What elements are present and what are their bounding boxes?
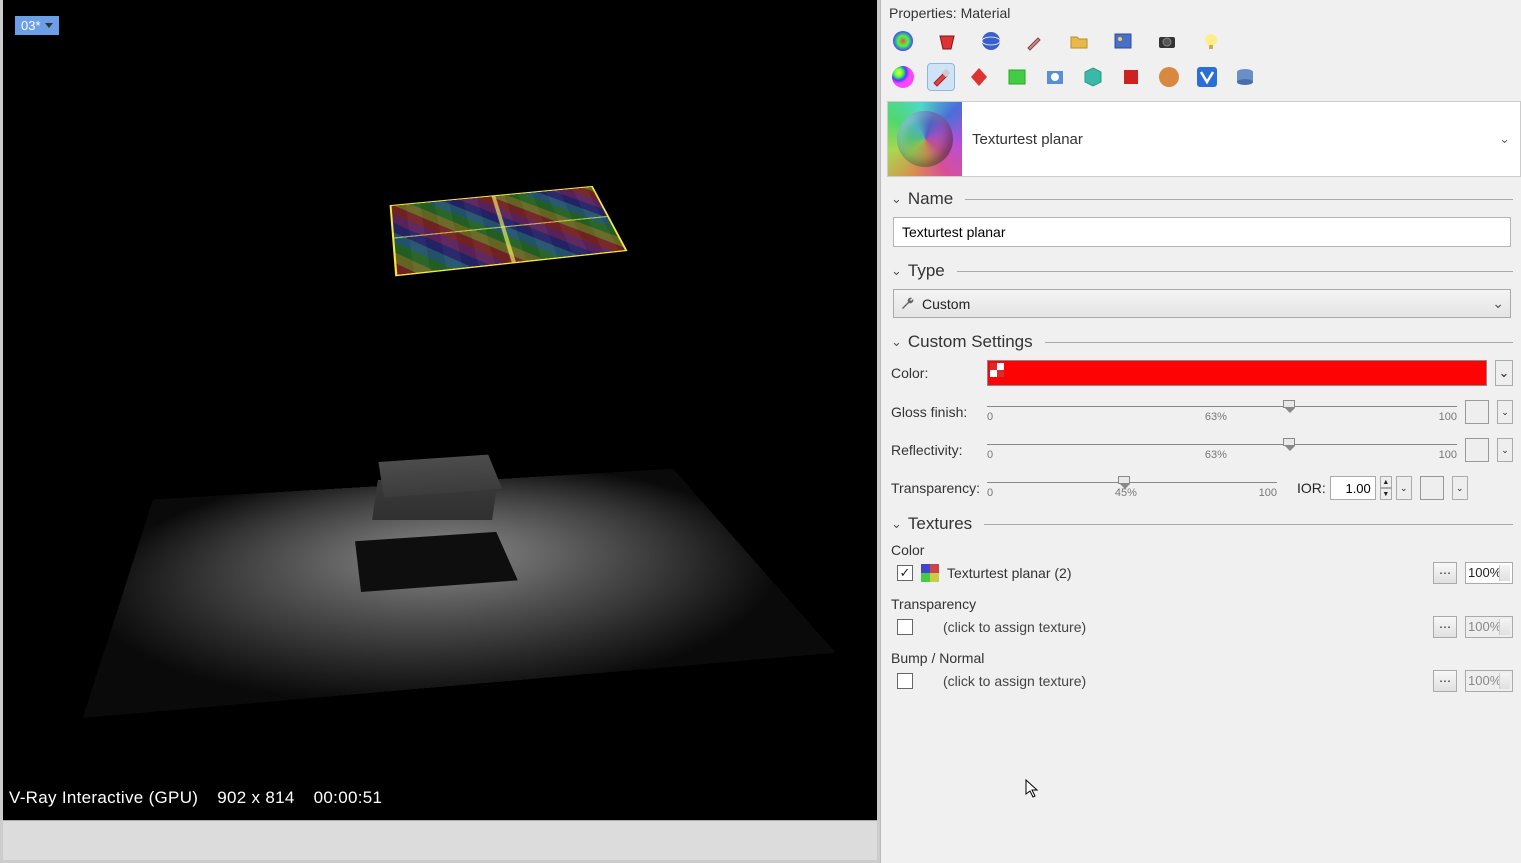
texture-transparency-percent[interactable]: 100% <box>1465 616 1513 638</box>
texture-transparency-checkbox[interactable] <box>897 619 913 635</box>
chevron-down-icon: ⌄ <box>891 516 902 532</box>
lightbulb-icon[interactable] <box>1197 27 1225 55</box>
gloss-max: 100 <box>1439 411 1457 423</box>
ior-spinner-buttons[interactable]: ▲▼ <box>1380 476 1392 500</box>
chevron-down-icon: ⌄ <box>891 191 902 207</box>
gloss-value: 63% <box>1205 411 1227 423</box>
green-card-icon[interactable] <box>1003 63 1031 91</box>
viewport-scrollbar[interactable] <box>3 820 877 860</box>
material-header[interactable]: Texturtest planar ⌄ <box>887 101 1521 177</box>
chevron-down-icon: ⌄ <box>1492 295 1504 312</box>
texture-bump-label: Bump / Normal <box>891 650 1513 666</box>
material-type-value: Custom <box>922 296 970 312</box>
red-bucket-icon[interactable] <box>933 27 961 55</box>
texture-transparency-browse[interactable]: ⋯ <box>1433 616 1457 638</box>
paint-tube-icon[interactable] <box>927 63 955 91</box>
picture-icon[interactable] <box>1109 27 1137 55</box>
ior-input[interactable] <box>1330 476 1376 500</box>
transparency-slider[interactable]: 0 45% 100 <box>987 478 1277 499</box>
refl-max: 100 <box>1439 449 1457 461</box>
gloss-min: 0 <box>987 411 993 423</box>
texture-transparency-label: Transparency <box>891 596 1513 612</box>
gloss-dropdown[interactable]: ⌄ <box>1497 400 1513 424</box>
section-name-header[interactable]: ⌄ Name <box>891 189 1513 209</box>
section-custom-header[interactable]: ⌄ Custom Settings <box>891 332 1513 352</box>
rainbow-sphere2-icon[interactable] <box>889 63 917 91</box>
material-name-input[interactable] <box>893 217 1511 247</box>
texture-color-percent[interactable]: 100% <box>1465 562 1513 584</box>
status-resolution: 902 x 814 <box>217 788 294 807</box>
section-type-label: Type <box>908 261 945 281</box>
color-dropdown[interactable]: ⌄ <box>1495 360 1513 386</box>
panel-toolbar-1 <box>881 23 1521 61</box>
wrench-icon <box>900 296 916 312</box>
viewport-container: 03* V-Ray Interactive (GPU) 902 x 814 00… <box>0 0 880 863</box>
cylinder-icon[interactable] <box>1231 63 1259 91</box>
refl-color-swatch[interactable] <box>1465 438 1489 462</box>
render-viewport[interactable]: 03* V-Ray Interactive (GPU) 902 x 814 00… <box>0 0 880 863</box>
properties-panel: Properties: Material Texturtest p <box>880 0 1521 863</box>
brush-icon[interactable] <box>1021 27 1049 55</box>
section-textures-header[interactable]: ⌄ Textures <box>891 514 1513 534</box>
chevron-down-icon[interactable]: ⌄ <box>1499 131 1520 147</box>
material-type-select[interactable]: Custom ⌄ <box>893 289 1511 318</box>
material-name-header: Texturtest planar <box>972 131 1083 148</box>
section-textures-label: Textures <box>908 514 972 534</box>
reflectivity-label: Reflectivity: <box>891 442 979 458</box>
texture-transparency-hint[interactable]: (click to assign texture) <box>943 619 1086 635</box>
texture-indicator-icon <box>990 363 1004 377</box>
refl-dropdown[interactable]: ⌄ <box>1497 438 1513 462</box>
chevron-down-icon <box>45 23 53 28</box>
trans-dropdown[interactable]: ⌄ <box>1452 476 1468 500</box>
camera-icon[interactable] <box>1153 27 1181 55</box>
texture-color-label: Color <box>891 542 1513 558</box>
render-scene <box>3 0 877 860</box>
texture-color-browse[interactable]: ⋯ <box>1433 562 1457 584</box>
status-time: 00:00:51 <box>314 788 383 807</box>
chevron-down-icon: ⌄ <box>891 334 902 350</box>
orange-sphere-icon[interactable] <box>1155 63 1183 91</box>
texture-color-name[interactable]: Texturtest planar (2) <box>947 565 1072 581</box>
viewport-status-bar: V-Ray Interactive (GPU) 902 x 814 00:00:… <box>9 788 396 808</box>
trans-color-swatch[interactable] <box>1420 476 1444 500</box>
status-renderer: V-Ray Interactive (GPU) <box>9 788 198 807</box>
texture-color-checkbox[interactable]: ✓ <box>897 565 913 581</box>
ior-label: IOR: <box>1297 480 1326 496</box>
gloss-label: Gloss finish: <box>891 404 979 420</box>
section-type-header[interactable]: ⌄ Type <box>891 261 1513 281</box>
section-name-label: Name <box>908 189 953 209</box>
texture-bump-checkbox[interactable] <box>897 673 913 689</box>
blue-box-icon[interactable] <box>1041 63 1069 91</box>
material-thumbnail <box>888 102 962 176</box>
transparency-label: Transparency: <box>891 480 979 496</box>
section-custom-label: Custom Settings <box>908 332 1033 352</box>
rainbow-sphere-icon[interactable] <box>889 27 917 55</box>
red-box-icon[interactable] <box>1117 63 1145 91</box>
ior-dropdown[interactable]: ⌄ <box>1396 476 1412 500</box>
red-diamond-icon[interactable] <box>965 63 993 91</box>
viewport-tab[interactable]: 03* <box>15 16 59 35</box>
gloss-slider[interactable]: 0 63% 100 <box>987 402 1457 423</box>
reflectivity-slider[interactable]: 0 63% 100 <box>987 440 1457 461</box>
textured-plane-object <box>390 186 628 276</box>
viewport-tab-label: 03* <box>21 18 41 33</box>
teal-cube-icon[interactable] <box>1079 63 1107 91</box>
folder-icon[interactable] <box>1065 27 1093 55</box>
refl-value: 63% <box>1205 449 1227 461</box>
vray-logo-icon[interactable] <box>1193 63 1221 91</box>
trans-min: 0 <box>987 487 993 499</box>
blue-sphere-icon[interactable] <box>977 27 1005 55</box>
texture-icon <box>921 564 939 582</box>
gloss-color-swatch[interactable] <box>1465 400 1489 424</box>
texture-bump-percent[interactable]: 100% <box>1465 670 1513 692</box>
color-swatch[interactable] <box>987 360 1487 386</box>
texture-bump-hint[interactable]: (click to assign texture) <box>943 673 1086 689</box>
refl-min: 0 <box>987 449 993 461</box>
trans-max: 100 <box>1259 487 1277 499</box>
chevron-down-icon: ⌄ <box>891 263 902 279</box>
panel-title: Properties: Material <box>881 0 1521 23</box>
color-label: Color: <box>891 365 979 381</box>
texture-bump-browse[interactable]: ⋯ <box>1433 670 1457 692</box>
panel-toolbar-2 <box>881 61 1521 99</box>
